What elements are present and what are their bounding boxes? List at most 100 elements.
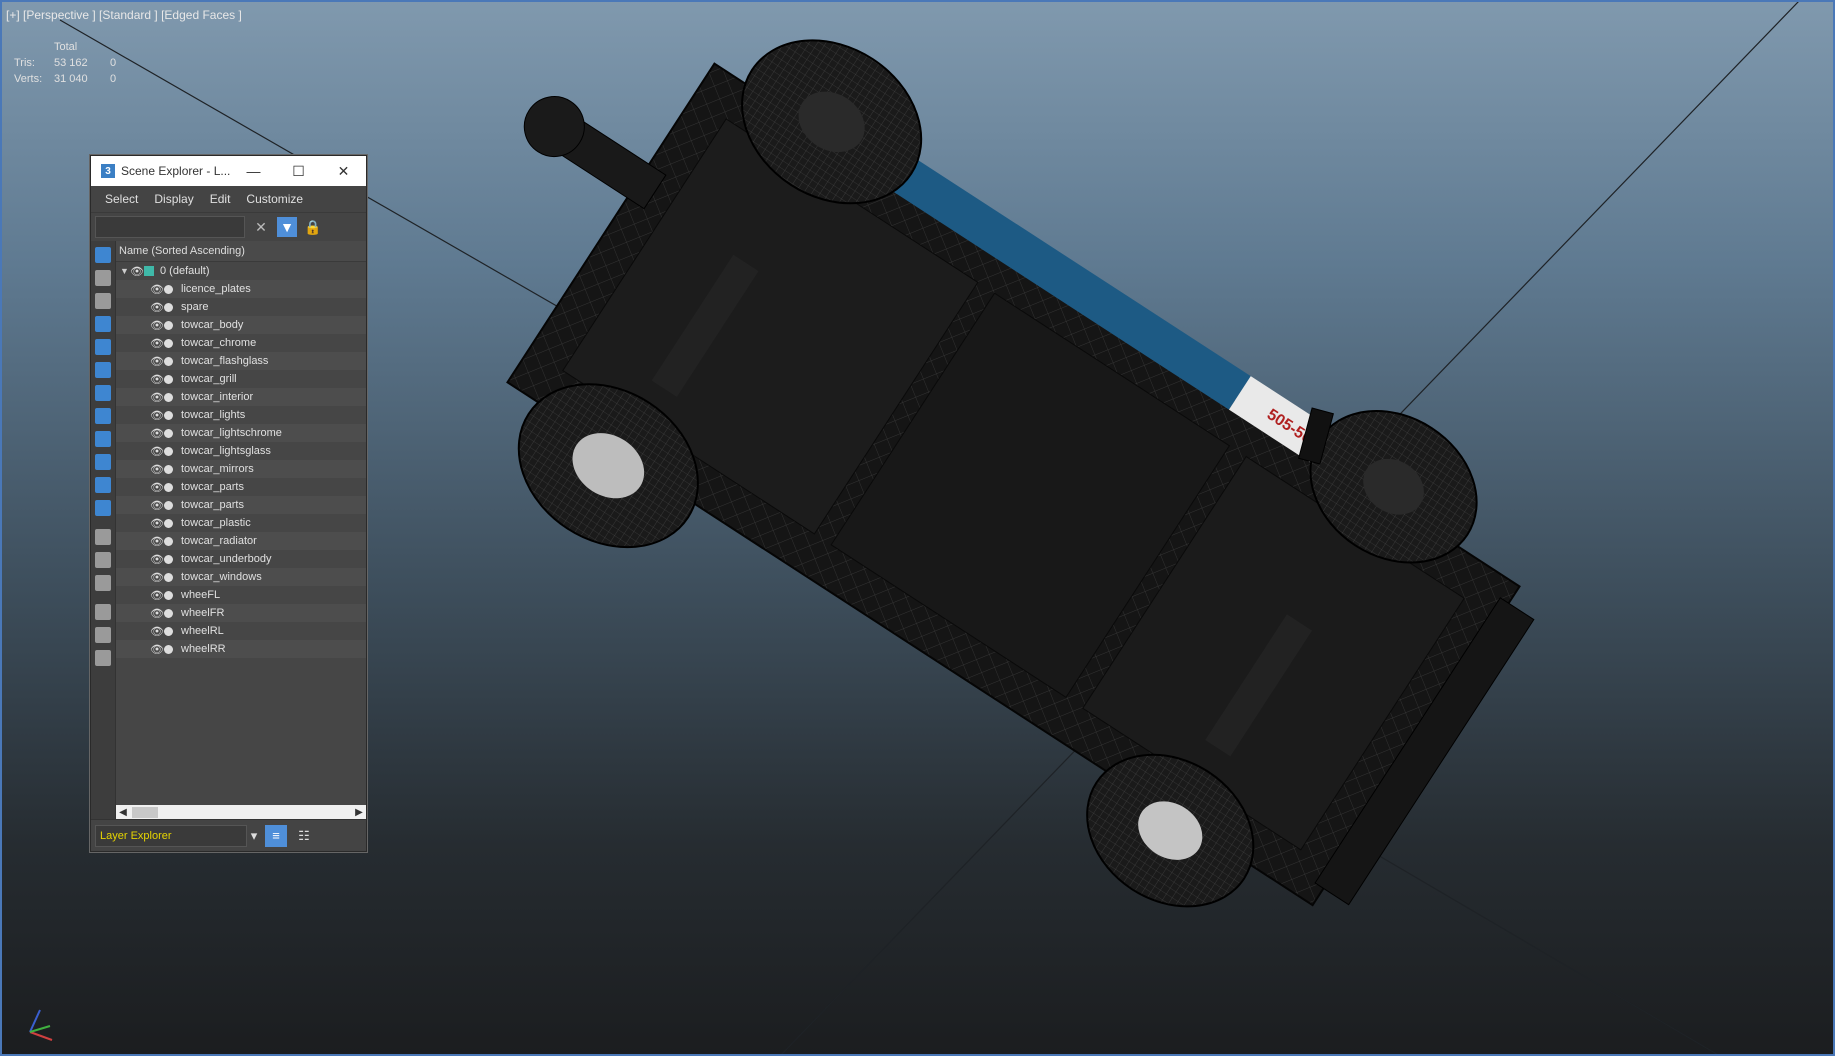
- close-icon[interactable]: ✕: [321, 156, 366, 186]
- freeze-dot-icon[interactable]: [164, 284, 173, 294]
- display-invert-icon[interactable]: [95, 575, 111, 591]
- scroll-right-icon[interactable]: ▶: [352, 807, 366, 818]
- display-all-icon[interactable]: [95, 529, 111, 545]
- scroll-thumb[interactable]: [132, 807, 158, 818]
- display-hidden-icon[interactable]: [95, 500, 111, 516]
- freeze-dot-icon[interactable]: [164, 536, 173, 546]
- dropdown-arrow-icon[interactable]: ▾: [249, 825, 259, 847]
- freeze-dot-icon[interactable]: [164, 608, 173, 618]
- freeze-dot-icon[interactable]: [164, 374, 173, 384]
- layer-row[interactable]: ▼ 👁 0 (default): [116, 262, 366, 280]
- display-containers-icon[interactable]: [95, 454, 111, 470]
- lock-icon[interactable]: 🔒: [303, 217, 323, 237]
- object-row[interactable]: 👁 towcar_parts: [116, 478, 366, 496]
- freeze-dot-icon[interactable]: [164, 518, 173, 528]
- display-cameras-icon[interactable]: [95, 316, 111, 332]
- visibility-eye-icon[interactable]: 👁: [150, 643, 164, 656]
- display-frozen-icon[interactable]: [95, 477, 111, 493]
- object-row[interactable]: 👁 towcar_radiator: [116, 532, 366, 550]
- freeze-dot-icon[interactable]: [164, 320, 173, 330]
- object-row[interactable]: 👁 towcar_flashglass: [116, 352, 366, 370]
- clear-search-icon[interactable]: ✕: [251, 217, 271, 237]
- object-row[interactable]: 👁 wheelFR: [116, 604, 366, 622]
- display-bones-icon[interactable]: [95, 431, 111, 447]
- visibility-eye-icon[interactable]: 👁: [150, 535, 164, 548]
- sort-by-layer-icon[interactable]: ≡: [265, 824, 287, 847]
- visibility-eye-icon[interactable]: 👁: [150, 607, 164, 620]
- display-xrefs-icon[interactable]: [95, 408, 111, 424]
- display-spacewarps-icon[interactable]: [95, 362, 111, 378]
- sort-by-hierarchy-icon[interactable]: ☷: [293, 825, 315, 847]
- display-lights-icon[interactable]: [95, 293, 111, 309]
- freeze-dot-icon[interactable]: [164, 338, 173, 348]
- object-row[interactable]: 👁 towcar_interior: [116, 388, 366, 406]
- freeze-dot-icon[interactable]: [164, 500, 173, 510]
- freeze-dot-icon[interactable]: [164, 302, 173, 312]
- visibility-eye-icon[interactable]: 👁: [150, 445, 164, 458]
- display-none-icon[interactable]: [95, 247, 111, 263]
- object-row[interactable]: 👁 towcar_grill: [116, 370, 366, 388]
- freeze-dot-icon[interactable]: [164, 572, 173, 582]
- visibility-eye-icon[interactable]: 👁: [150, 625, 164, 638]
- menu-display[interactable]: Display: [146, 192, 201, 206]
- object-row[interactable]: 👁 licence_plates: [116, 280, 366, 298]
- object-row[interactable]: 👁 towcar_parts: [116, 496, 366, 514]
- object-row[interactable]: 👁 towcar_windows: [116, 568, 366, 586]
- object-row[interactable]: 👁 towcar_body: [116, 316, 366, 334]
- display-helpers-icon[interactable]: [95, 339, 111, 355]
- visibility-eye-icon[interactable]: 👁: [150, 373, 164, 386]
- freeze-dot-icon[interactable]: [164, 482, 173, 492]
- object-row[interactable]: 👁 spare: [116, 298, 366, 316]
- freeze-dot-icon[interactable]: [164, 410, 173, 420]
- visibility-eye-icon[interactable]: 👁: [130, 265, 144, 278]
- visibility-eye-icon[interactable]: 👁: [150, 283, 164, 296]
- viewport-label[interactable]: [+] [Perspective ] [Standard ] [Edged Fa…: [6, 8, 242, 22]
- visibility-eye-icon[interactable]: 👁: [150, 517, 164, 530]
- object-row[interactable]: 👁 towcar_lightsglass: [116, 442, 366, 460]
- collapse-arrow-icon[interactable]: ▼: [120, 266, 130, 276]
- selection-filter-icon[interactable]: [95, 627, 111, 643]
- visibility-eye-icon[interactable]: 👁: [150, 589, 164, 602]
- maximize-icon[interactable]: ☐: [276, 156, 321, 186]
- freeze-dot-icon[interactable]: [164, 446, 173, 456]
- scroll-left-icon[interactable]: ◀: [116, 807, 130, 818]
- name-column-header[interactable]: Name (Sorted Ascending): [116, 241, 366, 262]
- visibility-eye-icon[interactable]: 👁: [150, 319, 164, 332]
- freeze-dot-icon[interactable]: [164, 644, 173, 654]
- filter-icon[interactable]: ▼: [277, 217, 297, 237]
- scene-tree[interactable]: Name (Sorted Ascending) ▼ 👁 0 (default) …: [116, 241, 366, 820]
- freeze-dot-icon[interactable]: [164, 626, 173, 636]
- display-groups-icon[interactable]: [95, 385, 111, 401]
- display-none-toggle-icon[interactable]: [95, 552, 111, 568]
- visibility-eye-icon[interactable]: 👁: [150, 463, 164, 476]
- minimize-icon[interactable]: —: [231, 156, 276, 186]
- explorer-mode-select[interactable]: Layer Explorer: [95, 824, 247, 847]
- menu-customize[interactable]: Customize: [238, 192, 311, 206]
- object-row[interactable]: 👁 wheelRL: [116, 622, 366, 640]
- freeze-dot-icon[interactable]: [164, 356, 173, 366]
- freeze-dot-icon[interactable]: [164, 428, 173, 438]
- object-row[interactable]: 👁 towcar_underbody: [116, 550, 366, 568]
- object-row[interactable]: 👁 towcar_lightschrome: [116, 424, 366, 442]
- freeze-dot-icon[interactable]: [164, 554, 173, 564]
- freeze-dot-icon[interactable]: [164, 590, 173, 600]
- scene-explorer-window[interactable]: 3 Scene Explorer - L... — ☐ ✕ Select Dis…: [90, 155, 367, 852]
- visibility-eye-icon[interactable]: 👁: [150, 571, 164, 584]
- visibility-eye-icon[interactable]: 👁: [150, 499, 164, 512]
- search-input[interactable]: [95, 216, 245, 238]
- display-geometry-icon[interactable]: [95, 270, 111, 286]
- visibility-eye-icon[interactable]: 👁: [150, 301, 164, 314]
- object-row[interactable]: 👁 towcar_lights: [116, 406, 366, 424]
- object-row[interactable]: 👁 wheeFL: [116, 586, 366, 604]
- visibility-eye-icon[interactable]: 👁: [150, 553, 164, 566]
- object-row[interactable]: 👁 wheelRR: [116, 640, 366, 658]
- menu-edit[interactable]: Edit: [202, 192, 239, 206]
- visibility-eye-icon[interactable]: 👁: [150, 481, 164, 494]
- object-row[interactable]: 👁 towcar_plastic: [116, 514, 366, 532]
- explorer-titlebar[interactable]: 3 Scene Explorer - L... — ☐ ✕: [91, 156, 366, 186]
- visibility-eye-icon[interactable]: 👁: [150, 427, 164, 440]
- object-row[interactable]: 👁 towcar_mirrors: [116, 460, 366, 478]
- freeze-dot-icon[interactable]: [164, 392, 173, 402]
- visibility-eye-icon[interactable]: 👁: [150, 355, 164, 368]
- visibility-eye-icon[interactable]: 👁: [150, 337, 164, 350]
